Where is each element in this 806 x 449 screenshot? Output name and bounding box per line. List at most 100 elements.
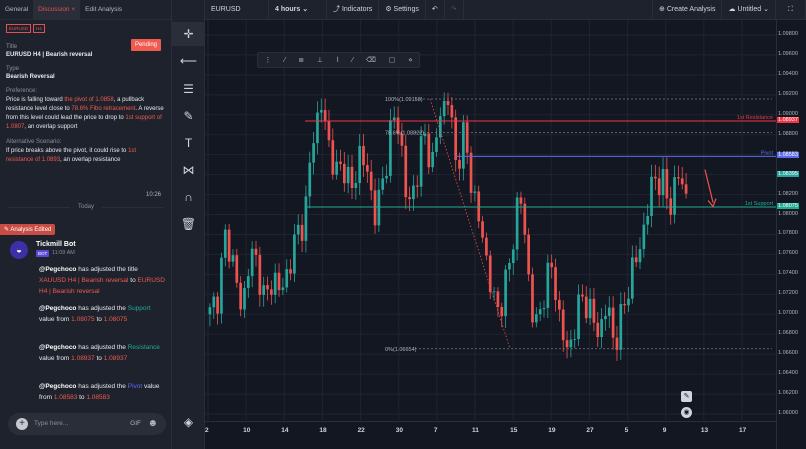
cloud-icon: ☁ bbox=[728, 5, 736, 13]
candle-body bbox=[677, 177, 680, 179]
pattern-icon[interactable]: ⋈ bbox=[172, 158, 205, 182]
chat-input[interactable]: + Type here... GIF ☻ bbox=[8, 413, 166, 435]
candle-body bbox=[584, 296, 588, 319]
horizontal-line-icon[interactable]: ⟵ bbox=[172, 49, 205, 73]
status-badge: Pending bbox=[130, 39, 161, 51]
chat-placeholder: Type here... bbox=[34, 420, 69, 427]
candle-body bbox=[270, 289, 273, 295]
edited-label: Analysis Edited bbox=[10, 227, 52, 233]
layers-icon[interactable]: ◈ bbox=[172, 410, 205, 434]
candle-body bbox=[657, 178, 661, 196]
mention[interactable]: @Pegchoco bbox=[39, 344, 76, 351]
candle-body bbox=[208, 307, 212, 315]
chat-message: @Pegchoco has adjusted the Support value… bbox=[39, 303, 165, 325]
candle-body bbox=[285, 269, 289, 288]
candle-body bbox=[565, 340, 569, 348]
eraser-icon[interactable]: ⌫ bbox=[366, 56, 376, 64]
candle-body bbox=[281, 287, 285, 291]
candle-body bbox=[300, 224, 304, 241]
undo-button[interactable]: ↶ bbox=[426, 0, 445, 20]
candle-body bbox=[346, 166, 350, 184]
pen-icon[interactable]: ⁄ bbox=[284, 57, 285, 64]
text-icon[interactable]: T bbox=[172, 131, 205, 155]
indicators-button[interactable]: ⤴ Indicators bbox=[327, 0, 380, 20]
indicators-icon: ⤴ bbox=[333, 5, 340, 13]
price-tick-label: 1.07000 bbox=[778, 310, 798, 317]
chart-grid bbox=[205, 20, 776, 420]
candle-body bbox=[496, 291, 500, 307]
candle-body bbox=[243, 287, 246, 310]
layout-select[interactable]: ☁ Untitled ⌄ bbox=[722, 0, 776, 20]
drag-handle-icon[interactable]: ⋮ bbox=[264, 56, 271, 64]
type-label: Type bbox=[6, 66, 20, 72]
tab-edit-analysis[interactable]: Edit Analysis bbox=[80, 0, 127, 20]
new-value: 1.08075 bbox=[103, 316, 128, 323]
gif-button[interactable]: GIF bbox=[130, 420, 141, 427]
mention[interactable]: @Pegchoco bbox=[39, 383, 76, 390]
brush-icon[interactable]: ✎ bbox=[172, 104, 205, 128]
candle-body bbox=[415, 185, 419, 187]
chat-message: @Pegchoco has adjusted the Pivot value f… bbox=[39, 381, 165, 403]
candle-body bbox=[342, 163, 346, 184]
bot-avatar: ◒ bbox=[10, 241, 28, 259]
bot-badge: BOT bbox=[36, 250, 50, 257]
chat-message: @Pegchoco has adjusted the title XAUUSD … bbox=[39, 264, 165, 297]
fib-level-label: 100%(1.09158) bbox=[385, 97, 423, 103]
symbol-search[interactable]: EURUSD bbox=[205, 0, 269, 20]
candle-body bbox=[561, 309, 565, 341]
msg-text: to bbox=[128, 277, 138, 284]
tab-general[interactable]: General bbox=[0, 0, 33, 20]
tab-discussion[interactable]: Discussion × bbox=[33, 0, 81, 20]
edit-icon[interactable]: ✎ bbox=[681, 391, 692, 402]
crosshair-icon[interactable]: ✛ bbox=[172, 22, 205, 46]
rectangle-icon[interactable]: ▢ bbox=[389, 56, 396, 64]
price-tick-label: 1.06200 bbox=[778, 390, 798, 397]
price-chart[interactable]: 100%(1.09158) 78.6%(1.08822) 0%(1.06654) 1s… bbox=[205, 20, 776, 438]
plus-icon[interactable]: + bbox=[16, 418, 28, 430]
preference-text: Price is falling toward the pivot of 1.0… bbox=[6, 96, 165, 132]
settings-button[interactable]: ⚙ Settings bbox=[379, 0, 426, 20]
candle-body bbox=[408, 197, 411, 200]
lightbulb-icon[interactable]: ◉ bbox=[681, 407, 692, 418]
magnet-icon[interactable]: ∩ bbox=[172, 185, 205, 209]
mention[interactable]: @Pegchoco bbox=[39, 305, 76, 312]
ruler-icon[interactable]: ⁄ bbox=[352, 57, 353, 64]
candle-body bbox=[615, 337, 619, 350]
fib-icon[interactable]: ⊥ bbox=[317, 56, 323, 64]
fullscreen-button[interactable]: ⛶ bbox=[776, 0, 806, 20]
trash-icon[interactable]: 🗑 bbox=[172, 212, 205, 236]
candle-body bbox=[504, 269, 507, 317]
candle-body bbox=[473, 191, 477, 193]
path-icon[interactable]: ⌇ bbox=[336, 56, 339, 64]
chart-topbar: EURUSD 4 hours ⌄ ⤴ Indicators ⚙ Settings… bbox=[205, 0, 806, 20]
mention[interactable]: @Pegchoco bbox=[39, 266, 76, 273]
msg-text: has adjusted the bbox=[76, 305, 128, 312]
candle-body bbox=[373, 190, 377, 226]
layout-label: Untitled bbox=[737, 5, 762, 13]
emoji-icon[interactable]: ☻ bbox=[147, 418, 158, 430]
candle-body bbox=[308, 162, 312, 197]
price-tick-label: 1.06600 bbox=[778, 350, 798, 357]
candle-body bbox=[650, 176, 653, 217]
candle-body bbox=[642, 224, 646, 250]
chat-message: @Pegchoco has adjusted the Resistance va… bbox=[39, 342, 165, 364]
candle-body bbox=[419, 136, 423, 187]
level-price-label: 1.08583 bbox=[777, 152, 799, 159]
msg-text: to bbox=[94, 355, 104, 362]
create-analysis-button[interactable]: ⊕ Create Analysis bbox=[652, 0, 723, 20]
close-icon[interactable]: × bbox=[71, 6, 75, 13]
candle-body bbox=[630, 257, 634, 299]
candle-body bbox=[381, 178, 385, 190]
lines-icon[interactable]: ≣ bbox=[298, 56, 304, 64]
candle-body bbox=[654, 176, 657, 179]
msg-text: to bbox=[94, 316, 104, 323]
fib-retracement-icon[interactable]: ☰ bbox=[172, 77, 205, 101]
redo-button[interactable]: ↷ bbox=[445, 0, 464, 20]
msg-text: has adjusted the bbox=[76, 344, 128, 351]
analysis-title: EURUSD H4 | Bearish reversal bbox=[6, 52, 93, 58]
alt-text-2: , an overlap resistance bbox=[60, 157, 121, 163]
interval-select[interactable]: 4 hours ⌄ bbox=[269, 0, 327, 20]
crosshair-icon[interactable]: ⋄ bbox=[408, 56, 412, 64]
price-tick-label: 1.06400 bbox=[778, 370, 798, 377]
price-axis: 1.09800 1.09600 1.09400 1.09200 1.09000 1.088… bbox=[776, 20, 806, 449]
